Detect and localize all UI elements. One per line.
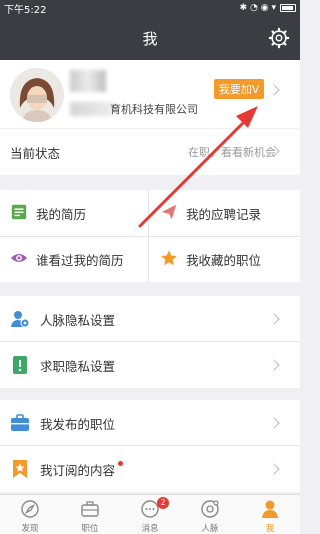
tab-label: 发现	[21, 524, 39, 534]
bottom-tab-bar: 发现 职位 2 消息 人脉 我	[0, 494, 300, 534]
chevron-right-icon	[268, 84, 280, 96]
status-bar: 下午5:22 ✱ ◔ ◉ ▾	[0, 0, 300, 16]
job-privacy-row[interactable]: 求职隐私设置	[0, 342, 300, 388]
contacts-privacy-label: 人脉隐私设置	[40, 313, 116, 328]
grid-item-saved-jobs[interactable]: 我收藏的职位	[150, 236, 300, 282]
contacts-privacy-icon	[11, 311, 30, 328]
tab-label: 人脉	[201, 524, 219, 534]
subscriptions-row[interactable]: 我订阅的内容	[0, 446, 300, 492]
contacts-privacy-row[interactable]: 人脉隐私设置	[0, 296, 300, 342]
new-content-dot	[118, 461, 123, 466]
current-status-row[interactable]: 当前状态 在职，看看新机会	[0, 129, 300, 175]
briefcase-icon	[11, 414, 29, 431]
current-status-value: 在职，看看新机会	[188, 146, 276, 159]
grid-divider-horizontal	[0, 236, 300, 237]
chevron-right-icon	[268, 463, 280, 475]
compass-icon	[21, 500, 39, 518]
system-icons: ✱ ◔ ◉ ▾	[239, 3, 276, 13]
job-privacy-label: 求职隐私设置	[40, 359, 116, 374]
unread-badge: 2	[157, 497, 169, 509]
tab-jobs[interactable]: 职位	[60, 495, 120, 534]
company-name: 育机科技有限公司	[110, 103, 198, 116]
tab-label: 职位	[81, 524, 99, 534]
settings-gear-icon[interactable]	[268, 27, 290, 49]
page-title: 我	[142, 29, 158, 48]
paper-plane-icon	[161, 204, 177, 220]
resume-icon	[11, 204, 27, 220]
avatar[interactable]	[10, 68, 64, 122]
grid-item-label: 我的简历	[36, 207, 87, 222]
profile-card[interactable]: 育机科技有限公司 我要加V	[0, 60, 300, 128]
tab-discover[interactable]: 发现	[0, 495, 60, 534]
chevron-right-icon	[268, 417, 280, 429]
profile-name-blurred	[70, 70, 106, 92]
avatar-illustration	[10, 68, 64, 122]
grid-item-applications[interactable]: 我的应聘记录	[150, 190, 300, 236]
star-icon	[161, 250, 177, 266]
contacts-icon	[201, 500, 219, 518]
posted-jobs-row[interactable]: 我发布的职位	[0, 400, 300, 446]
grid-item-label: 我的应聘记录	[186, 207, 262, 222]
chevron-right-icon	[268, 359, 280, 371]
tab-label: 我	[265, 524, 275, 534]
grid-item-label: 谁看过我的简历	[36, 253, 124, 268]
verify-button[interactable]: 我要加V	[214, 79, 264, 99]
battery-icon	[280, 4, 296, 12]
tab-me[interactable]: 我	[240, 495, 300, 534]
subscriptions-label: 我订阅的内容	[40, 463, 116, 478]
job-privacy-icon	[13, 356, 27, 374]
grid-item-label: 我收藏的职位	[186, 253, 262, 268]
bookmark-icon	[13, 460, 27, 478]
posted-jobs-label: 我发布的职位	[40, 417, 116, 432]
title-bar: 我	[0, 16, 300, 60]
company-prefix-blurred	[70, 102, 114, 116]
tab-messages[interactable]: 2 消息	[120, 495, 180, 534]
status-icons: ✱ ◔ ◉ ▾	[240, 3, 296, 13]
tab-label: 消息	[141, 524, 159, 534]
grid-divider-vertical	[148, 190, 149, 282]
current-status-label: 当前状态	[10, 146, 61, 161]
eye-icon	[10, 253, 28, 263]
chevron-right-icon	[268, 313, 280, 325]
person-icon	[262, 500, 278, 518]
grid-item-my-resume[interactable]: 我的简历	[0, 190, 150, 236]
grid-item-who-viewed[interactable]: 谁看过我的简历	[0, 236, 150, 282]
briefcase-icon	[81, 501, 99, 517]
tab-contacts[interactable]: 人脉	[180, 495, 240, 534]
clock: 下午5:22	[4, 4, 47, 16]
